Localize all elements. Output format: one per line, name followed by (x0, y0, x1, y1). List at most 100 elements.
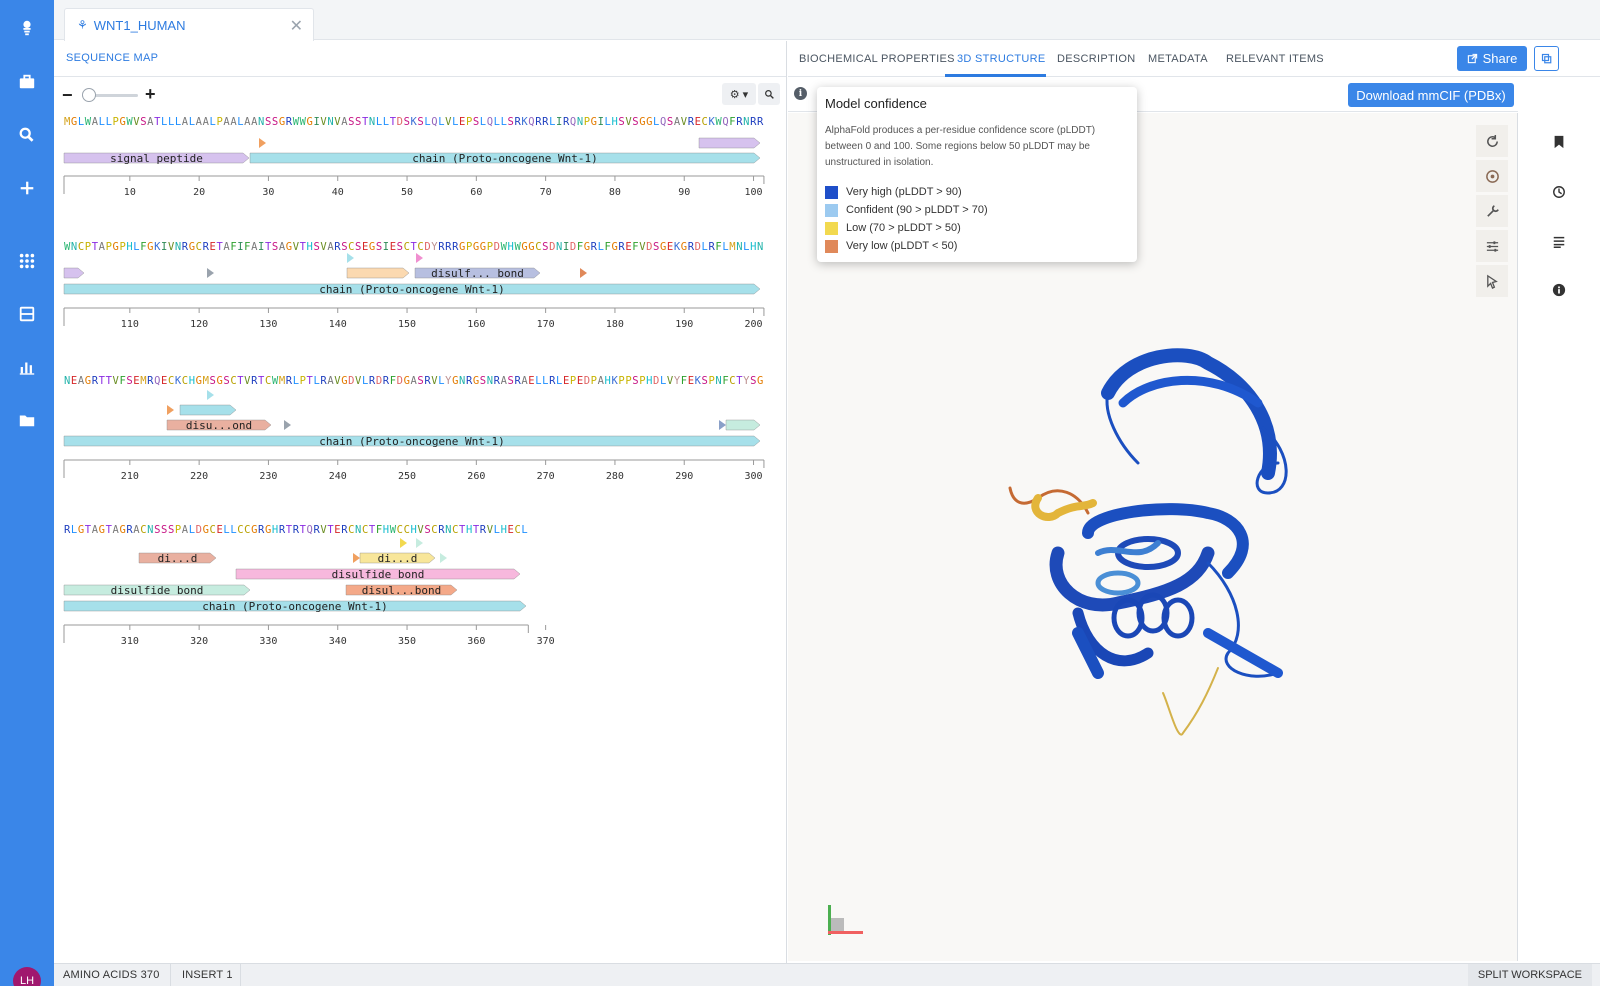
bottom-strip (0, 986, 1600, 1007)
zoom-out-button[interactable]: − (62, 86, 73, 104)
tab-biochemical-properties[interactable]: BIOCHEMICAL PROPERTIES (799, 53, 955, 65)
lines-icon (1553, 236, 1565, 248)
residue: Q (660, 116, 666, 128)
app-window: LH ⚘ WNT1_HUMAN ✕ SEQUENCE MAP − + ⚙ ▾ M… (0, 0, 1600, 1007)
zoom-in-button[interactable]: + (145, 85, 156, 103)
ruler-label: 180 (606, 319, 624, 330)
folder-icon[interactable] (15, 408, 39, 432)
registry-icon[interactable] (15, 302, 39, 326)
residue: N (147, 524, 153, 536)
residue: N (487, 375, 493, 387)
tab-sequence-map[interactable]: SEQUENCE MAP (66, 52, 158, 64)
residue: G (584, 241, 590, 253)
share-button[interactable]: Share (1457, 46, 1527, 71)
residue: F (577, 241, 583, 253)
residue: S (376, 241, 382, 253)
residue: Q (154, 375, 160, 387)
residue: L (521, 524, 527, 536)
close-icon[interactable]: ✕ (290, 16, 303, 36)
residue: P (466, 116, 472, 128)
ruler-label: 60 (470, 187, 482, 198)
residue: C (140, 524, 146, 536)
copy-button[interactable] (1534, 46, 1559, 71)
split-workspace-button[interactable]: SPLIT WORKSPACE (1467, 964, 1592, 986)
ruler-label: 230 (259, 471, 277, 482)
search-icon[interactable] (15, 123, 39, 147)
info-icon[interactable]: i (794, 87, 807, 100)
ruler-label: 120 (190, 319, 208, 330)
chart-icon[interactable] (15, 355, 39, 379)
residue: C (237, 524, 243, 536)
copy-icon (1541, 53, 1551, 63)
logo-icon[interactable] (15, 16, 39, 40)
share-icon (1467, 53, 1477, 64)
plus-icon[interactable] (15, 176, 39, 200)
residue: M (64, 116, 70, 128)
residue: P (175, 524, 181, 536)
ruler-label: 10 (124, 187, 136, 198)
residue: P (106, 241, 112, 253)
residue: I (237, 241, 243, 253)
residue: S (750, 375, 756, 387)
settings-dropdown-button[interactable]: ⚙ ▾ (722, 83, 756, 105)
tab-relevant-items[interactable]: RELEVANT ITEMS (1226, 53, 1324, 65)
bookmark-button[interactable] (1548, 131, 1570, 153)
feature-chain-label: chain (Proto-oncogene Wnt-1) (202, 600, 387, 613)
residue: P (591, 375, 597, 387)
residue: L (210, 116, 216, 128)
history-button[interactable] (1548, 181, 1570, 203)
residue: E (390, 241, 396, 253)
residue: N (369, 116, 375, 128)
ruler-label: 260 (467, 471, 485, 482)
axes-gizmo (828, 905, 863, 935)
sequence-map[interactable]: MGLWALLPGWVSATLLLALAALPAALAANSSGRWWGIVNV… (54, 113, 787, 978)
residue: D (653, 375, 659, 387)
residue: D (695, 241, 701, 253)
tab-3d-structure[interactable]: 3D STRUCTURE (957, 53, 1046, 65)
legend-label: Very low (pLDDT < 50) (846, 240, 958, 252)
residue: P (113, 116, 119, 128)
residue: I (313, 116, 319, 128)
feature-marker (259, 138, 266, 148)
residue: D (424, 241, 430, 253)
residue: G (251, 524, 257, 536)
ruler-label: 350 (398, 636, 416, 647)
residue: L (653, 116, 659, 128)
residue: I (258, 241, 264, 253)
residue: N (445, 524, 451, 536)
zoom-slider-handle[interactable] (82, 88, 96, 102)
feature-segment (346, 267, 410, 279)
residue: E (563, 375, 569, 387)
residue: L (438, 375, 444, 387)
document-tab[interactable]: ⚘ WNT1_HUMAN ✕ (64, 8, 314, 41)
ruler-label: 170 (537, 319, 555, 330)
briefcase-icon[interactable] (15, 70, 39, 94)
residue: N (175, 241, 181, 253)
details-button[interactable] (1548, 279, 1570, 301)
residue: S (667, 116, 673, 128)
zoom-slider[interactable] (82, 88, 138, 102)
residue: D (646, 241, 652, 253)
search-button[interactable] (758, 83, 780, 105)
ruler-label: 130 (259, 319, 277, 330)
legend-swatch (825, 221, 838, 235)
residue: S (313, 241, 319, 253)
legend-very-low: Very low (pLDDT < 50) (825, 237, 1129, 255)
apps-grid-icon[interactable] (15, 249, 39, 273)
residue: S (473, 116, 479, 128)
residue: S (702, 375, 708, 387)
feature-segment (725, 419, 761, 431)
residue: G (216, 375, 222, 387)
residue: C (729, 375, 735, 387)
tab-metadata[interactable]: METADATA (1148, 53, 1208, 65)
tab-description[interactable]: DESCRIPTION (1057, 53, 1135, 65)
residue: C (348, 524, 354, 536)
download-mmcif-button[interactable]: Download mmCIF (PDBx) (1348, 83, 1514, 107)
feature-segment (698, 137, 761, 149)
residue: E (577, 375, 583, 387)
residue: G (681, 241, 687, 253)
notes-button[interactable] (1548, 231, 1570, 253)
residue: Q (570, 116, 576, 128)
residue: P (85, 241, 91, 253)
residue: S (265, 116, 271, 128)
